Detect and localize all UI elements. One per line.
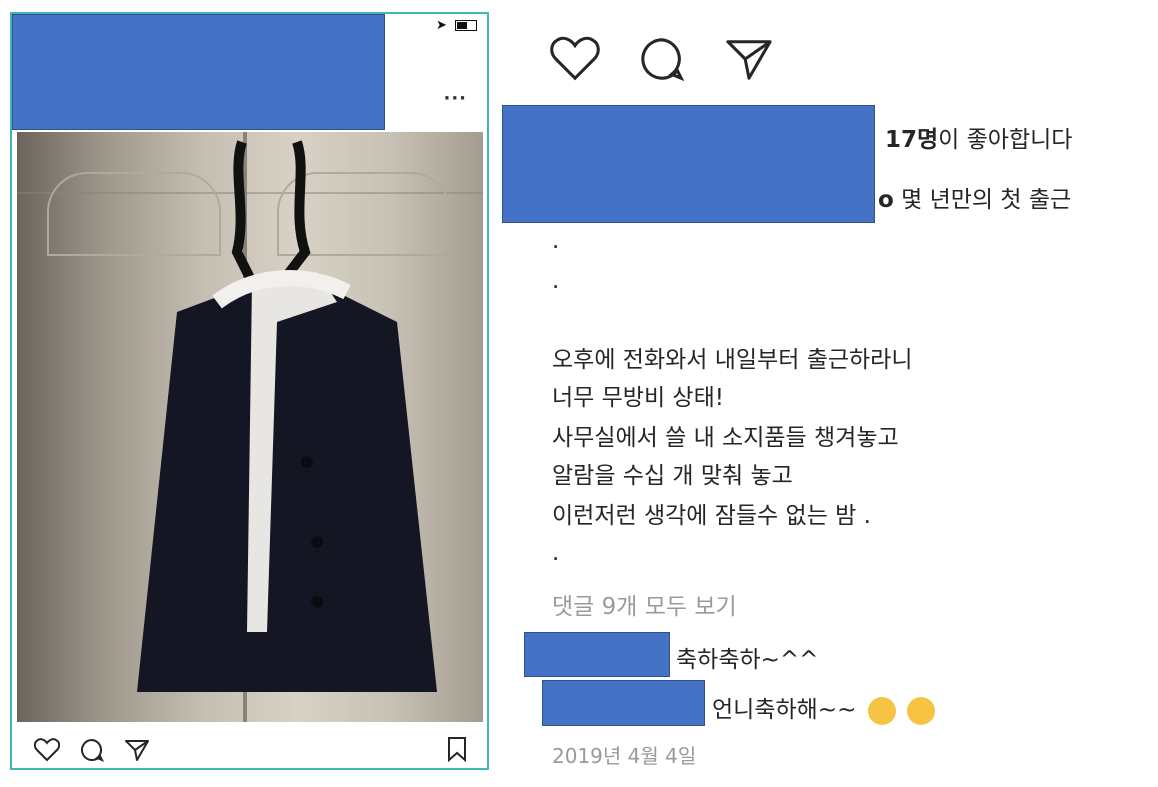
status-bar: ➤ <box>436 18 477 33</box>
comment-text: 축하축하~^^ <box>676 647 819 673</box>
redacted-header <box>12 14 385 130</box>
jacket-illustration <box>137 140 437 692</box>
caption-dot: . <box>552 268 560 294</box>
caption-line: 오후에 전화와서 내일부터 출근하라니 <box>552 347 913 373</box>
comment-text: 언니축하해~~ <box>712 690 935 725</box>
view-all-comments-link[interactable]: 댓글 9개 모두 보기 <box>552 587 737 621</box>
battery-icon <box>455 20 477 31</box>
redacted-commenter <box>542 680 705 726</box>
location-arrow-icon: ➤ <box>435 18 447 33</box>
post-date: 2019년 4월 4일 <box>552 744 697 768</box>
likes-count[interactable]: 17명이 좋아합니다 <box>885 120 1072 154</box>
post-photo <box>17 132 483 722</box>
post-detail: 17명이 좋아합니다 o 몇 년만의 첫 출근 . . 오후에 전화와서 내일부… <box>500 0 1158 787</box>
post-actions <box>33 738 164 766</box>
caption-dot: . <box>552 228 560 254</box>
share-icon[interactable] <box>724 36 774 82</box>
caption-line: 이런저런 생각에 잠들수 없는 밤 . <box>552 503 871 529</box>
caption-line: 너무 무방비 상태! <box>552 385 724 411</box>
comment-icon[interactable] <box>79 738 105 762</box>
clapping-hands-icon <box>867 696 896 725</box>
caption-first-line: o 몇 년만의 첫 출근 <box>878 187 1072 213</box>
clapping-hands-icon <box>906 696 935 725</box>
heart-icon[interactable] <box>33 738 61 762</box>
more-icon[interactable]: ··· <box>443 88 467 109</box>
comment-icon[interactable] <box>637 36 687 82</box>
share-icon[interactable] <box>124 738 150 762</box>
phone-screenshot: ➤ ··· <box>10 12 489 770</box>
post-actions-large <box>550 36 806 86</box>
caption-line: 알람을 수십 개 맞춰 놓고 <box>552 463 793 489</box>
caption-line: 사무실에서 쓸 내 소지품들 챙겨놓고 <box>552 425 899 451</box>
caption-dot: . <box>552 540 560 566</box>
redacted-username <box>502 105 875 223</box>
redacted-commenter <box>524 632 670 677</box>
heart-icon[interactable] <box>550 36 600 82</box>
bookmark-icon[interactable] <box>447 736 467 766</box>
